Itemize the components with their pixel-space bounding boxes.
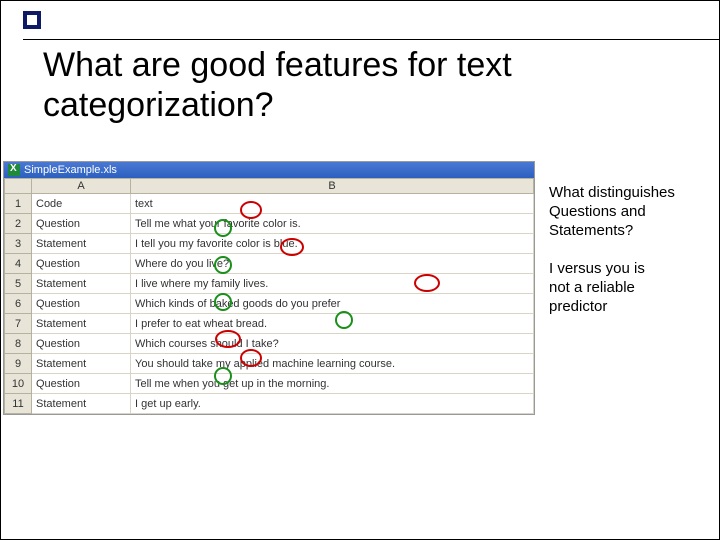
table-row: 8QuestionWhich courses should I take? <box>5 334 534 354</box>
cell-B: Tell me what your favorite color is. <box>131 214 534 234</box>
excel-embed: SimpleExample.xls A B 1Codetext2Question… <box>3 161 535 415</box>
row-head: 3 <box>5 234 32 254</box>
cell-B: I tell you my favorite color is blue. <box>131 234 534 254</box>
row-head: 1 <box>5 194 32 214</box>
cell-B: Where do you live? <box>131 254 534 274</box>
divider <box>23 39 719 40</box>
cell-A: Question <box>32 214 131 234</box>
cell-A: Question <box>32 294 131 314</box>
cell-A: Question <box>32 374 131 394</box>
cell-A: Question <box>32 334 131 354</box>
row-head: 11 <box>5 394 32 414</box>
row-head: 2 <box>5 214 32 234</box>
cell-B: Tell me when you get up in the morning. <box>131 374 534 394</box>
spreadsheet: A B 1Codetext2QuestionTell me what your … <box>4 178 534 414</box>
col-header-row: A B <box>5 179 534 194</box>
page-title: What are good features for text categori… <box>43 45 719 125</box>
table-row: 7StatementI prefer to eat wheat bread. <box>5 314 534 334</box>
cell-A: Code <box>32 194 131 214</box>
cell-B: I prefer to eat wheat bread. <box>131 314 534 334</box>
cell-A: Question <box>32 254 131 274</box>
cell-B: I get up early. <box>131 394 534 414</box>
excel-icon <box>8 164 20 176</box>
table-row: 1Codetext <box>5 194 534 214</box>
cell-B: You should take my applied machine learn… <box>131 354 534 374</box>
col-A: A <box>32 179 131 194</box>
cell-A: Statement <box>32 274 131 294</box>
row-head: 5 <box>5 274 32 294</box>
table-row: 6QuestionWhich kinds of baked goods do y… <box>5 294 534 314</box>
workbook-name: SimpleExample.xls <box>24 164 117 176</box>
row-head: 4 <box>5 254 32 274</box>
cell-B: Which kinds of baked goods do you prefer <box>131 294 534 314</box>
row-head: 10 <box>5 374 32 394</box>
row-head: 6 <box>5 294 32 314</box>
excel-titlebar: SimpleExample.xls <box>4 162 534 178</box>
side-answer: I versus you isnot a reliablepredictor <box>549 259 645 316</box>
cell-B: Which courses should I take? <box>131 334 534 354</box>
row-head: 9 <box>5 354 32 374</box>
table-row: 11StatementI get up early. <box>5 394 534 414</box>
cell-A: Statement <box>32 314 131 334</box>
table-row: 5StatementI live where my family lives. <box>5 274 534 294</box>
slide: What are good features for text categori… <box>0 0 720 540</box>
side-question: What distinguishesQuestions andStatement… <box>549 183 675 240</box>
table-row: 2QuestionTell me what your favorite colo… <box>5 214 534 234</box>
corner-cell <box>5 179 32 194</box>
table-row: 3StatementI tell you my favorite color i… <box>5 234 534 254</box>
row-head: 8 <box>5 334 32 354</box>
cell-A: Statement <box>32 354 131 374</box>
table-row: 4QuestionWhere do you live? <box>5 254 534 274</box>
table-row: 9StatementYou should take my applied mac… <box>5 354 534 374</box>
cell-B: I live where my family lives. <box>131 274 534 294</box>
cell-A: Statement <box>32 394 131 414</box>
col-B: B <box>131 179 534 194</box>
table-row: 10QuestionTell me when you get up in the… <box>5 374 534 394</box>
cell-A: Statement <box>32 234 131 254</box>
cell-B: text <box>131 194 534 214</box>
bullet-icon <box>23 11 41 29</box>
row-head: 7 <box>5 314 32 334</box>
